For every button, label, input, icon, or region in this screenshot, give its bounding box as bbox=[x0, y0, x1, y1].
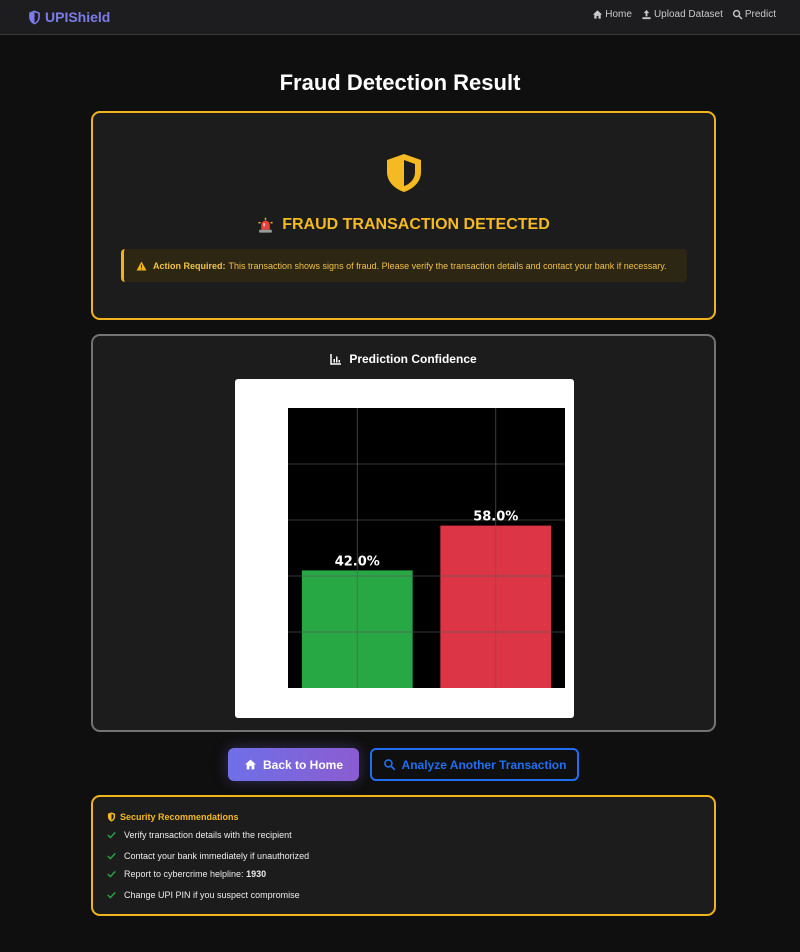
check-icon bbox=[107, 870, 116, 878]
recommendation-text: Change UPI PIN if you suspect compromise bbox=[124, 890, 300, 900]
nav-upload-dataset[interactable]: Upload Dataset bbox=[641, 9, 723, 20]
home-icon bbox=[593, 10, 603, 19]
navbar: UPIShield Home Upload Dataset Predict bbox=[0, 0, 800, 35]
shield-icon bbox=[107, 812, 116, 822]
home-icon bbox=[245, 759, 256, 770]
recommendations-title-text: Security Recommendations bbox=[120, 812, 239, 822]
warning-icon bbox=[136, 260, 147, 271]
check-icon bbox=[107, 831, 116, 839]
recommendation-item: Contact your bank immediately if unautho… bbox=[107, 851, 309, 861]
shield-halved-icon bbox=[387, 154, 421, 192]
recommendation-text: Report to cybercrime helpline: 1930 bbox=[124, 869, 266, 879]
alert-label: Action Required: bbox=[153, 260, 226, 271]
recommendation-item: Change UPI PIN if you suspect compromise bbox=[107, 890, 300, 900]
upload-icon bbox=[642, 9, 651, 20]
shield-icon bbox=[29, 10, 40, 24]
back-to-home-label: Back to Home bbox=[262, 757, 344, 772]
recommendations-title: Security Recommendations bbox=[107, 812, 239, 822]
recommendation-text: Verify transaction details with the reci… bbox=[124, 830, 292, 840]
confidence-title-text: Prediction Confidence bbox=[349, 352, 477, 366]
brand-name: UPIShield bbox=[45, 9, 111, 25]
nav-home-label: Home bbox=[605, 9, 632, 20]
action-required-alert: Action Required: This transaction shows … bbox=[121, 249, 687, 282]
confidence-bar-chart: 42.0% 58.0% bbox=[288, 408, 565, 688]
recommendation-item: Report to cybercrime helpline: 1930 bbox=[107, 869, 266, 879]
data-label: 42.0% bbox=[335, 554, 380, 569]
brand-logo[interactable]: UPIShield bbox=[28, 8, 110, 26]
siren-icon bbox=[258, 217, 273, 233]
back-to-home-button[interactable]: Back to Home bbox=[228, 748, 359, 781]
confidence-title: Prediction Confidence bbox=[93, 352, 714, 366]
nav-links: Home Upload Dataset Predict bbox=[592, 9, 776, 20]
search-icon bbox=[732, 9, 743, 20]
bar-chart-icon bbox=[330, 354, 342, 365]
analyze-another-label: Analyze Another Transaction bbox=[401, 757, 567, 772]
recommendation-item: Verify transaction details with the reci… bbox=[107, 830, 292, 840]
nav-predict-label: Predict bbox=[744, 9, 776, 20]
fraud-heading-text: FRAUD TRANSACTION DETECTED bbox=[282, 216, 550, 233]
recommendation-text-main: Report to cybercrime helpline: bbox=[124, 869, 247, 879]
confidence-chart-container: 42.0% 58.0% bbox=[235, 379, 574, 718]
confidence-card: Prediction Confidence 42.0% 58.0% bbox=[91, 334, 716, 732]
check-icon bbox=[107, 891, 116, 899]
nav-upload-label: Upload Dataset bbox=[653, 9, 723, 20]
fraud-heading: FRAUD TRANSACTION DETECTED bbox=[93, 216, 714, 234]
security-recommendations-card: Security Recommendations Verify transact… bbox=[91, 795, 716, 916]
helpline-number: 1930 bbox=[246, 869, 267, 879]
fraud-result-card: FRAUD TRANSACTION DETECTED Action Requir… bbox=[91, 111, 716, 320]
recommendation-text: Contact your bank immediately if unautho… bbox=[124, 851, 310, 861]
check-icon bbox=[107, 852, 116, 860]
page-title: Fraud Detection Result bbox=[279, 70, 521, 95]
search-icon bbox=[383, 759, 395, 771]
alert-text: This transaction shows signs of fraud. P… bbox=[228, 260, 667, 271]
nav-predict[interactable]: Predict bbox=[732, 9, 776, 20]
analyze-another-button[interactable]: Analyze Another Transaction bbox=[370, 748, 579, 781]
nav-home[interactable]: Home bbox=[592, 9, 632, 20]
data-label: 58.0% bbox=[473, 510, 518, 525]
